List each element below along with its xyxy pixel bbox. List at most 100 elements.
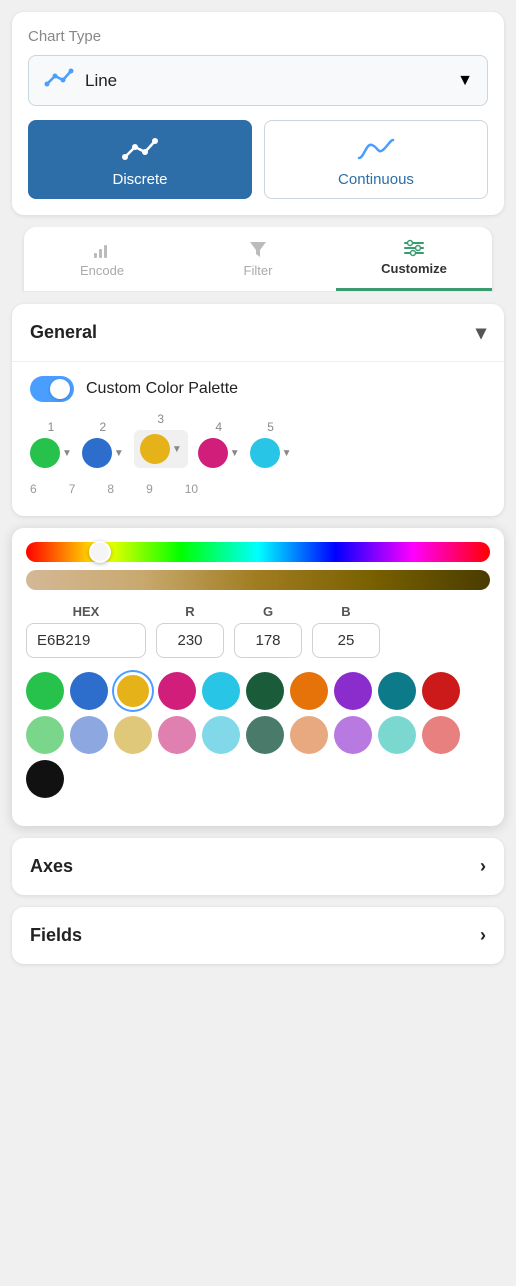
color-swatch-btn-5[interactable]: ▼: [250, 438, 292, 468]
color-swatch-3: 3 ▼: [134, 412, 188, 468]
r-label: R: [156, 604, 224, 619]
preset-swatch-0[interactable]: [26, 672, 64, 710]
axes-chevron-icon: ›: [480, 856, 486, 877]
color-swatch-btn-4[interactable]: ▼: [198, 438, 240, 468]
axes-label: Axes: [30, 856, 73, 877]
preset-grid: [26, 672, 490, 808]
b-label: B: [312, 604, 380, 619]
color-num-3: 3: [157, 412, 164, 426]
color-circle-3: [140, 434, 170, 464]
color-swatch-1: 1 ▼: [30, 420, 72, 468]
tab-customize[interactable]: Customize: [336, 227, 492, 291]
palette-row: Custom Color Palette: [12, 362, 504, 412]
color-swatch-2: 2 ▼: [82, 420, 124, 468]
preset-swatch-18[interactable]: [378, 716, 416, 754]
b-field-wrap: B: [312, 604, 380, 658]
hex-rgb-row: HEX R G B: [26, 604, 490, 658]
general-header[interactable]: General ▾: [12, 304, 504, 362]
discrete-icon: [120, 135, 160, 165]
swatch-arrow-5: ▼: [282, 448, 292, 459]
tab-filter[interactable]: Filter: [180, 227, 336, 291]
chart-type-value: Line: [85, 71, 117, 91]
preset-swatch-8[interactable]: [378, 672, 416, 710]
preset-swatch-3[interactable]: [158, 672, 196, 710]
swatch-arrow-1: ▼: [62, 448, 72, 459]
spectrum-thumb[interactable]: [89, 541, 111, 563]
tabs-row: Encode Filter Customize: [24, 227, 492, 292]
preset-swatch-16[interactable]: [290, 716, 328, 754]
tab-encode-label: Encode: [80, 263, 124, 278]
fields-label: Fields: [30, 925, 82, 946]
b-input[interactable]: [312, 623, 380, 658]
color-swatch-btn-1[interactable]: ▼: [30, 438, 72, 468]
spectrum-bar[interactable]: [26, 542, 490, 562]
toggle-thumb: [50, 379, 70, 399]
dropdown-arrow-icon: ▼: [457, 72, 473, 90]
color-num-1: 1: [48, 420, 55, 434]
palette-toggle-label: Custom Color Palette: [86, 380, 238, 398]
color-swatch-5: 5 ▼: [250, 420, 292, 468]
preset-swatch-20[interactable]: [26, 760, 64, 798]
preset-swatch-15[interactable]: [246, 716, 284, 754]
color-circle-4: [198, 438, 228, 468]
general-chevron-icon: ▾: [476, 320, 486, 345]
color-num-4: 4: [215, 420, 222, 434]
gradient-bar[interactable]: [26, 570, 490, 590]
preset-swatch-9[interactable]: [422, 672, 460, 710]
hex-input[interactable]: [26, 623, 146, 658]
preset-swatch-1[interactable]: [70, 672, 108, 710]
continuous-label: Continuous: [338, 171, 414, 188]
tab-filter-label: Filter: [244, 263, 273, 278]
discrete-label: Discrete: [112, 171, 167, 188]
hex-label: HEX: [26, 604, 146, 619]
color-swatch-4: 4 ▼: [198, 420, 240, 468]
color-swatch-btn-2[interactable]: ▼: [82, 438, 124, 468]
preset-swatch-19[interactable]: [422, 716, 460, 754]
color-row-2-placeholder: 678910: [12, 478, 504, 498]
chart-type-panel: Chart Type Line ▼: [12, 12, 504, 215]
discrete-button[interactable]: Discrete: [28, 120, 252, 199]
preset-swatch-2[interactable]: [114, 672, 152, 710]
customize-icon: [403, 239, 425, 257]
preset-swatch-5[interactable]: [246, 672, 284, 710]
preset-swatch-13[interactable]: [158, 716, 196, 754]
g-field-wrap: G: [234, 604, 302, 658]
color-swatch-btn-3[interactable]: ▼: [134, 430, 188, 468]
preset-swatch-11[interactable]: [70, 716, 108, 754]
swatch-arrow-4: ▼: [230, 448, 240, 459]
preset-swatch-21[interactable]: [70, 760, 108, 798]
preset-swatch-4[interactable]: [202, 672, 240, 710]
g-label: G: [234, 604, 302, 619]
swatch-arrow-2: ▼: [114, 448, 124, 459]
general-label: General: [30, 322, 97, 343]
preset-swatch-12[interactable]: [114, 716, 152, 754]
custom-palette-toggle[interactable]: [30, 376, 74, 402]
line-chart-icon: [43, 66, 75, 95]
r-input[interactable]: [156, 623, 224, 658]
tab-encode[interactable]: Encode: [24, 227, 180, 291]
tab-customize-label: Customize: [381, 261, 447, 276]
color-circle-2: [82, 438, 112, 468]
chart-type-dropdown[interactable]: Line ▼: [28, 55, 488, 106]
color-circle-1: [30, 438, 60, 468]
hex-field-wrap: HEX: [26, 604, 146, 658]
fields-chevron-icon: ›: [480, 925, 486, 946]
preset-swatch-10[interactable]: [26, 716, 64, 754]
preset-swatch-6[interactable]: [290, 672, 328, 710]
preset-swatch-17[interactable]: [334, 716, 372, 754]
color-swatches-row: 1 ▼ 2 ▼ 3 ▼ 4 ▼: [12, 412, 504, 478]
preset-swatch-7[interactable]: [334, 672, 372, 710]
axes-accordion[interactable]: Axes ›: [12, 838, 504, 895]
color-num-2: 2: [100, 420, 107, 434]
customize-panel: General ▾ Custom Color Palette 1 ▼ 2 ▼ 3: [12, 304, 504, 516]
swatch-arrow-3: ▼: [172, 444, 182, 455]
preset-swatch-14[interactable]: [202, 716, 240, 754]
continuous-icon: [356, 135, 396, 165]
continuous-button[interactable]: Continuous: [264, 120, 488, 199]
tabs-container: Encode Filter Customize: [12, 227, 504, 292]
chart-type-buttons: Discrete Continuous: [28, 120, 488, 199]
g-input[interactable]: [234, 623, 302, 658]
fields-accordion[interactable]: Fields ›: [12, 907, 504, 964]
color-picker-popup: HEX R G B: [12, 528, 504, 826]
color-circle-5: [250, 438, 280, 468]
